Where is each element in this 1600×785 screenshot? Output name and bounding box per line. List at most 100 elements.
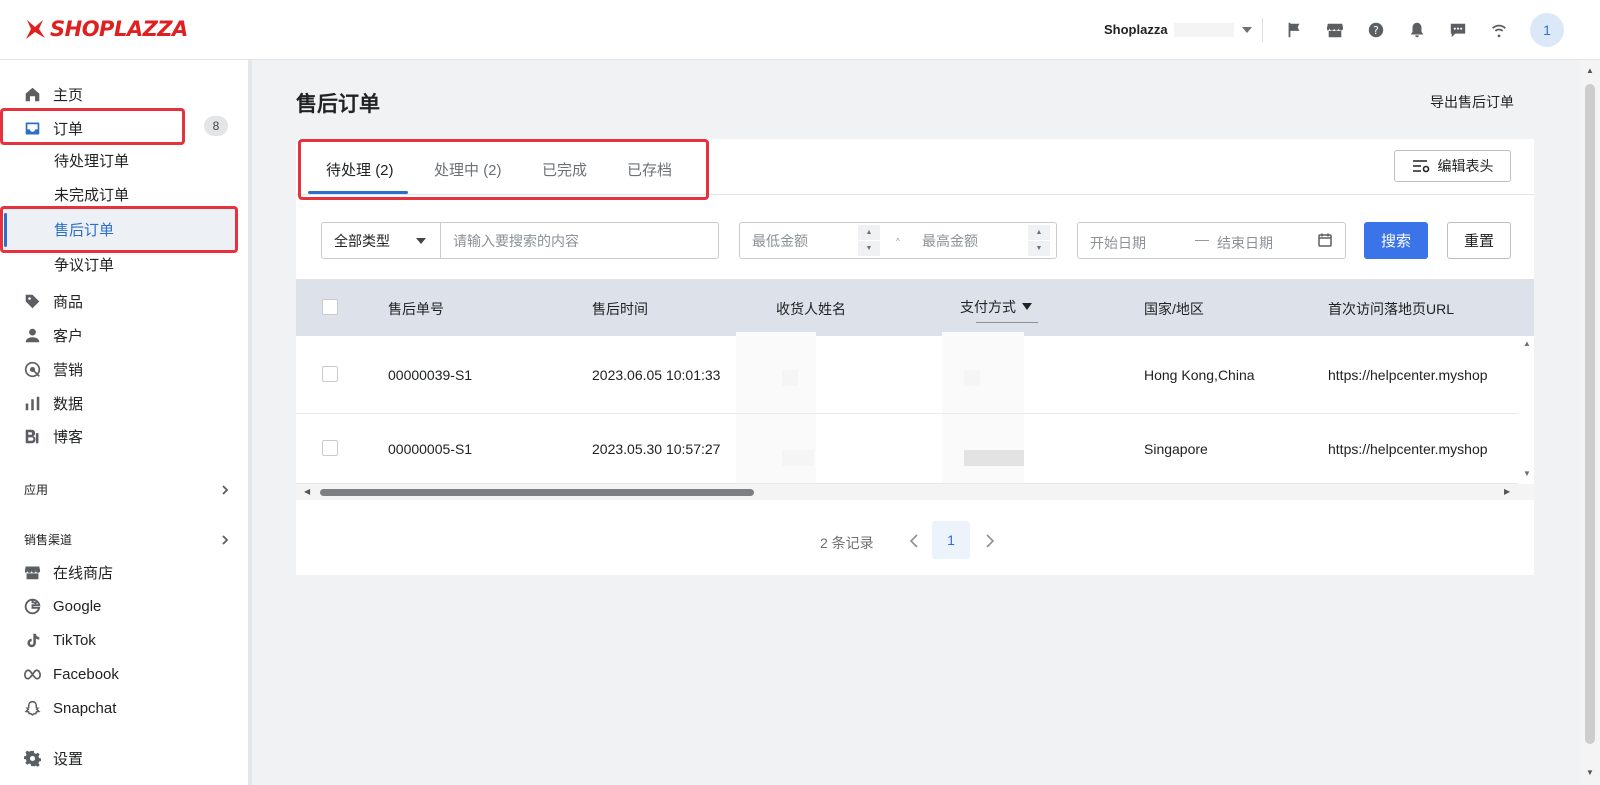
- sidebar-sub-dispute-orders[interactable]: 争议订单: [54, 254, 114, 278]
- chevron-left-icon[interactable]: [908, 534, 922, 548]
- payment-column-underline: [976, 322, 1038, 323]
- highlight-box-tabs: [298, 139, 709, 200]
- bell-icon[interactable]: [1407, 20, 1427, 40]
- page-title: 售后订单: [296, 93, 380, 116]
- sidebar-item-tiktok[interactable]: TikTok: [24, 628, 96, 652]
- orders-card: 待处理 (2) 处理中 (2) 已完成 已存档 编辑表头 全部类型 ▲▼ ^ ▲…: [296, 139, 1534, 575]
- chevron-right-icon[interactable]: [220, 482, 230, 495]
- column-header-recipient: 收货人姓名: [776, 301, 846, 317]
- page-scrollbar[interactable]: ▲ ▼: [1580, 60, 1600, 785]
- sidebar-item-google[interactable]: Google: [24, 594, 101, 618]
- wifi-icon[interactable]: [1489, 20, 1509, 40]
- apps-section-title[interactable]: 应用: [24, 481, 48, 498]
- sidebar-item-label: 设置: [53, 750, 84, 768]
- help-icon[interactable]: ?: [1366, 20, 1386, 40]
- end-date-field[interactable]: 结束日期: [1217, 233, 1273, 253]
- sidebar-item-snapchat[interactable]: Snapchat: [24, 696, 116, 720]
- svg-text:?: ?: [1373, 24, 1379, 37]
- table-scroll-up-icon[interactable]: ▲: [1523, 339, 1531, 348]
- redacted-payment: [964, 450, 1024, 466]
- columns-settings-icon: [1412, 160, 1429, 173]
- sidebar-item-label: TikTok: [53, 631, 96, 649]
- store-name-redacted: [1173, 22, 1234, 37]
- start-date-field[interactable]: 开始日期: [1090, 233, 1146, 253]
- orders-count-badge: 8: [204, 116, 228, 136]
- aftersale-id-cell[interactable]: 00000039-S1: [388, 367, 472, 383]
- sidebar-item-products[interactable]: 商品: [24, 289, 83, 313]
- sidebar-item-facebook[interactable]: Facebook: [24, 662, 119, 686]
- min-amount-input[interactable]: [740, 223, 860, 258]
- shoplazza-logo[interactable]: SHOPLAZZA: [24, 17, 188, 41]
- max-amount-stepper[interactable]: ▲ ▼: [1028, 225, 1050, 256]
- type-filter-select[interactable]: 全部类型: [321, 222, 441, 259]
- sidebar-item-label: 营销: [53, 361, 84, 379]
- channels-section-title[interactable]: 销售渠道: [24, 531, 72, 548]
- top-divider: [1262, 18, 1263, 42]
- edit-table-header-button[interactable]: 编辑表头: [1394, 150, 1511, 182]
- redacted-payment: [964, 370, 980, 386]
- logo-mark-icon: [26, 20, 45, 39]
- row-checkbox[interactable]: [322, 440, 338, 456]
- chat-icon[interactable]: [1448, 20, 1468, 40]
- chevron-down-icon: [416, 238, 426, 244]
- min-amount-stepper[interactable]: ▲ ▼: [858, 225, 880, 256]
- pagination-page-current[interactable]: 1: [932, 521, 970, 559]
- chevron-down-icon: [1241, 26, 1252, 33]
- scroll-right-icon[interactable]: ▶: [1504, 487, 1510, 496]
- sort-down-icon[interactable]: [1022, 303, 1032, 310]
- scroll-down-icon[interactable]: ▼: [1586, 768, 1594, 777]
- redacted-recipient: [782, 450, 814, 466]
- country-cell: Singapore: [1144, 441, 1208, 457]
- column-header-landing-url: 首次访问落地页URL: [1328, 301, 1455, 317]
- aftersale-id-cell[interactable]: 00000005-S1: [388, 441, 472, 457]
- store-switcher[interactable]: Shoplazza: [1104, 22, 1252, 37]
- scroll-up-icon[interactable]: ▲: [1586, 66, 1594, 75]
- select-all-checkbox[interactable]: [322, 299, 338, 315]
- table-row[interactable]: 00000005-S1 2023.05.30 10:57:27 Singapor…: [296, 414, 1518, 484]
- sidebar-item-blog[interactable]: 博客: [24, 424, 83, 448]
- sidebar-scrollbar[interactable]: [248, 60, 252, 785]
- redacted-recipient: [782, 370, 798, 386]
- scroll-left-icon[interactable]: ◀: [304, 487, 310, 496]
- sidebar-item-label: 客户: [53, 327, 84, 345]
- sidebar-item-analytics[interactable]: 数据: [24, 391, 83, 415]
- sidebar-item-label: 数据: [53, 395, 84, 413]
- sidebar-item-settings[interactable]: 设置: [24, 746, 83, 770]
- reset-button[interactable]: 重置: [1447, 222, 1511, 259]
- total-records: 2 条记录: [820, 535, 874, 551]
- column-header-aftersale-time: 售后时间: [592, 301, 648, 317]
- table-scroll-down-icon[interactable]: ▼: [1523, 469, 1531, 478]
- sidebar-item-customers[interactable]: 客户: [24, 323, 83, 347]
- avatar[interactable]: 1: [1530, 13, 1564, 47]
- table-row[interactable]: 00000039-S1 2023.06.05 10:01:33 Hong Kon…: [296, 336, 1518, 414]
- store-name: Shoplazza: [1104, 22, 1168, 37]
- person-icon: [25, 328, 40, 342]
- highlight-box-aftersale: [0, 206, 238, 253]
- date-range-picker[interactable]: 开始日期 — 结束日期: [1077, 222, 1346, 259]
- chevron-right-icon[interactable]: [984, 534, 998, 548]
- sidebar-sub-pending-orders[interactable]: 待处理订单: [54, 150, 129, 174]
- search-input[interactable]: [440, 222, 719, 259]
- sidebar-sub-incomplete-orders[interactable]: 未完成订单: [54, 184, 129, 208]
- calendar-icon[interactable]: [1318, 233, 1332, 247]
- row-checkbox[interactable]: [322, 366, 338, 382]
- chevron-right-icon[interactable]: [220, 532, 230, 545]
- sidebar-item-marketing[interactable]: 营销: [24, 357, 83, 381]
- table-horizontal-scrollbar[interactable]: ◀ ▶: [296, 484, 1534, 500]
- sidebar-item-online-store[interactable]: 在线商店: [24, 560, 113, 584]
- sidebar-item-label: Snapchat: [53, 699, 117, 717]
- max-amount-input[interactable]: [910, 223, 1030, 258]
- export-aftersale-orders-link[interactable]: 导出售后订单: [1430, 92, 1514, 112]
- sidebar-item-home[interactable]: 主页: [24, 82, 83, 106]
- search-button[interactable]: 搜索: [1364, 222, 1428, 259]
- column-header-payment-method[interactable]: 支付方式: [960, 297, 1032, 317]
- store-icon: [24, 566, 41, 579]
- horizontal-scroll-thumb[interactable]: [320, 489, 754, 496]
- tag-icon: [25, 294, 40, 308]
- column-header-country: 国家/地区: [1144, 301, 1204, 317]
- aftersale-time-cell: 2023.05.30 10:57:27: [592, 441, 721, 457]
- sidebar-item-label: 在线商店: [53, 564, 114, 582]
- store-icon[interactable]: [1325, 20, 1345, 40]
- page-scroll-thumb[interactable]: [1585, 84, 1595, 744]
- flag-icon[interactable]: [1284, 20, 1304, 40]
